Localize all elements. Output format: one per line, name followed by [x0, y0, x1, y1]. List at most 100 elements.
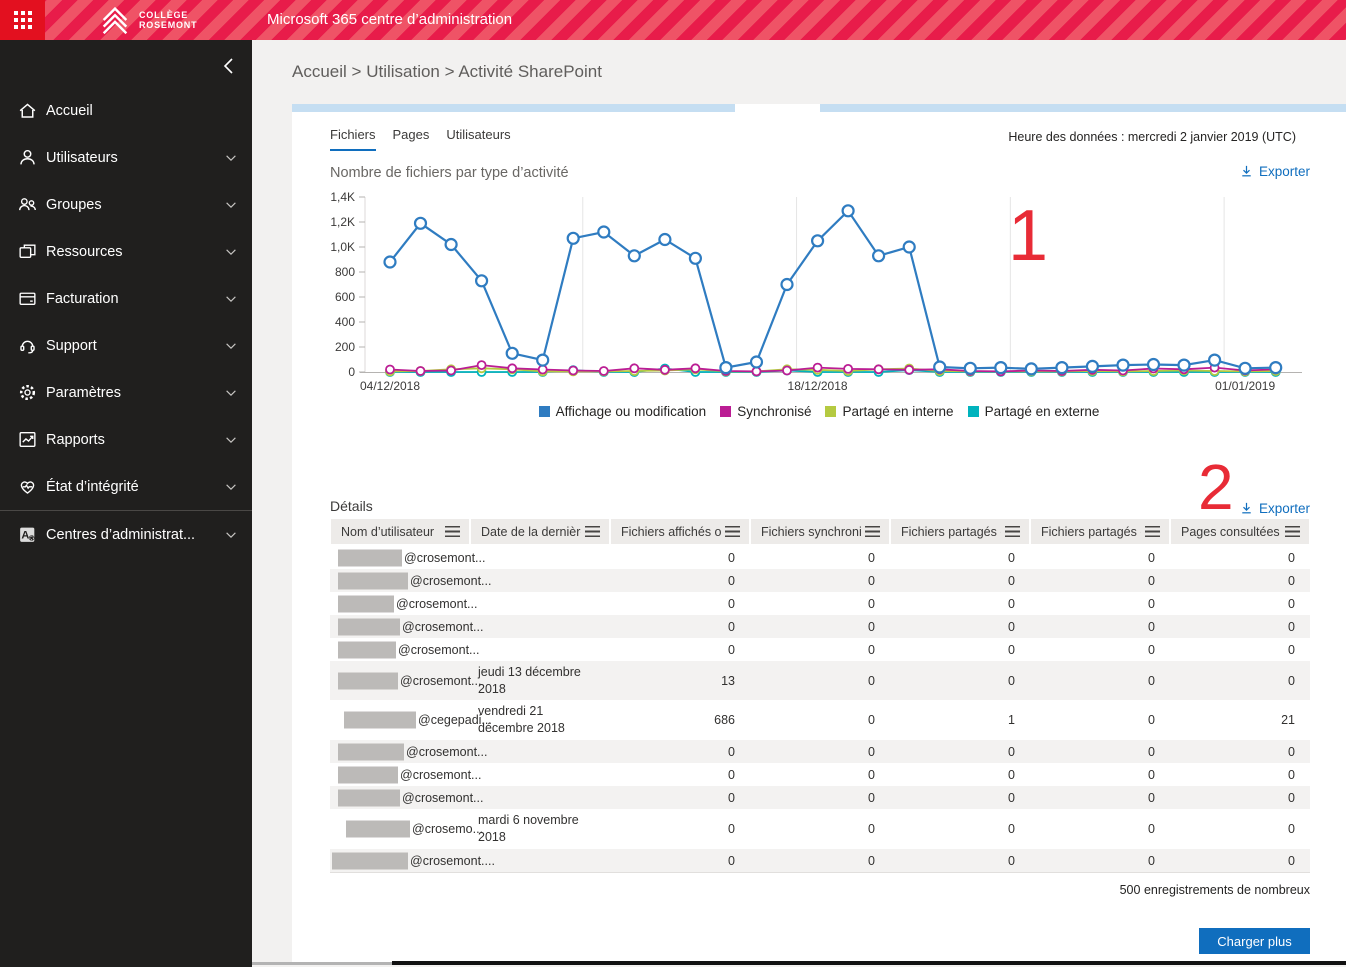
group-icon	[17, 194, 38, 215]
value-cell: 0	[1148, 596, 1155, 611]
export-chart-link[interactable]: Exporter	[1239, 164, 1310, 179]
column-menu-icon[interactable]	[1285, 526, 1300, 537]
value-cell: 0	[1008, 573, 1015, 588]
sidebar-item-support[interactable]: Support	[0, 322, 252, 369]
billing-icon	[17, 288, 38, 309]
table-row[interactable]: @crosemo... mardi 6 novembre 2018 0 0 0 0 0	[330, 809, 1310, 849]
legend-swatch	[538, 406, 550, 417]
sidebar-item-groupes[interactable]: Groupes	[0, 181, 252, 228]
value-cell: 0	[868, 596, 875, 611]
tab-pages[interactable]: Pages	[393, 127, 430, 151]
column-menu-icon[interactable]	[865, 526, 880, 537]
svg-text:1,0K: 1,0K	[330, 240, 355, 254]
username-cell: @crosemont...	[402, 619, 484, 634]
column-header[interactable]: Pages consultées	[1171, 519, 1309, 544]
legend-label: Affichage ou modification	[555, 404, 707, 419]
redacted-username-block	[338, 743, 404, 760]
breadcrumb-item[interactable]: Accueil	[292, 62, 347, 81]
table-row[interactable]: @crosemont... 0 0 0 0 0	[330, 569, 1310, 592]
redacted-username-block	[338, 789, 400, 806]
value-cell: 686	[714, 713, 735, 727]
redacted-username-block	[346, 820, 410, 838]
value-cell: 0	[1288, 744, 1295, 759]
value-cell: 0	[1008, 853, 1015, 868]
value-cell: 0	[728, 596, 735, 611]
column-menu-icon[interactable]	[1005, 526, 1020, 537]
username-cell: @crosemont...	[402, 790, 484, 805]
column-header[interactable]: Date de la dernière ...	[471, 519, 609, 544]
value-cell: 0	[868, 767, 875, 782]
table-row[interactable]: @crosemont... 0 0 0 0 0	[330, 786, 1310, 809]
sidebar-item-label: Ressources	[46, 243, 123, 260]
sidebar-item-accueil[interactable]: Accueil	[0, 87, 252, 134]
horizontal-scrollbar-thumb[interactable]	[735, 104, 820, 112]
table-row[interactable]: @crosemont... 0 0 0 0 0	[330, 546, 1310, 569]
tab-fichiers[interactable]: Fichiers	[330, 127, 376, 151]
value-cell: 0	[1288, 673, 1295, 688]
table-row[interactable]: @crosemont... 0 0 0 0 0	[330, 638, 1310, 661]
sidebar-item-utilisateurs[interactable]: Utilisateurs	[0, 134, 252, 181]
sidebar-item-parametres[interactable]: Paramètres	[0, 369, 252, 416]
column-menu-icon[interactable]	[1145, 526, 1160, 537]
column-menu-icon[interactable]	[445, 526, 460, 537]
column-header[interactable]: Fichiers synchronisés	[751, 519, 889, 544]
last-activity-date-cell: jeudi 13 décembre 2018	[478, 664, 581, 696]
svg-text:01/01/2019: 01/01/2019	[1215, 379, 1275, 393]
column-menu-icon[interactable]	[585, 526, 600, 537]
value-cell: 0	[1008, 790, 1015, 805]
value-cell: 0	[728, 642, 735, 657]
table-row[interactable]: @crosemont... 0 0 0 0 0	[330, 615, 1310, 638]
breadcrumb-separator: >	[439, 62, 459, 81]
value-cell: 0	[868, 642, 875, 657]
column-menu-icon[interactable]	[725, 526, 740, 537]
value-cell: 0	[868, 744, 875, 759]
chart-legend: Affichage ou modification Synchronisé Part…	[292, 404, 1346, 419]
app-launcher-button[interactable]	[0, 0, 45, 40]
column-header[interactable]: Nom d’utilisateur	[331, 519, 469, 544]
value-cell: 0	[868, 550, 875, 565]
last-activity-date-cell: vendredi 21 décembre 2018	[478, 704, 565, 735]
sidebar-item-centres-administration[interactable]: A Centres d’administrat...	[0, 511, 252, 558]
value-cell: 0	[1008, 619, 1015, 634]
chevron-left-icon	[223, 58, 233, 74]
redacted-username-block	[338, 672, 398, 689]
activity-chart-svg: 0 200 400 600 800 1,0K 1,2K 1,4K 04/12/2018 18/12…	[330, 190, 1302, 393]
sidebar-item-facturation[interactable]: Facturation	[0, 275, 252, 322]
table-row[interactable]: @crosemont... 0 0 0 0 0	[330, 740, 1310, 763]
table-row[interactable]: @crosemont.... 0 0 0 0 0	[330, 849, 1310, 872]
column-header[interactable]: Fichiers partagés en ...	[1031, 519, 1169, 544]
column-header[interactable]: Fichiers affichés ou ...	[611, 519, 749, 544]
value-cell: 0	[1288, 767, 1295, 782]
value-cell: 0	[1148, 573, 1155, 588]
value-cell: 0	[1008, 822, 1015, 836]
sidebar-collapse-button[interactable]	[214, 52, 244, 80]
report-tabs: Fichiers Pages Utilisateurs	[330, 127, 511, 151]
export-table-link[interactable]: Exporter	[1239, 501, 1310, 516]
redacted-username-block	[338, 595, 394, 612]
table-row[interactable]: @crosemont... jeudi 13 décembre 2018 13 0 0 0…	[330, 661, 1310, 700]
load-more-button[interactable]: Charger plus	[1199, 928, 1310, 954]
svg-text:18/12/2018: 18/12/2018	[788, 379, 848, 393]
topbar: COLLÈGE ROSEMONT Microsoft 365 centre d’…	[0, 0, 1346, 40]
username-cell: @crosemont....	[410, 853, 495, 868]
value-cell: 0	[868, 713, 875, 727]
column-header-label: Fichiers partagés en ...	[1041, 524, 1141, 539]
column-header[interactable]: Fichiers partagés en ...	[891, 519, 1029, 544]
value-cell: 0	[1148, 619, 1155, 634]
breadcrumb-item[interactable]: Activité SharePoint	[458, 62, 602, 81]
app-title: Microsoft 365 centre d’administration	[267, 11, 513, 28]
sidebar-item-ressources[interactable]: Ressources	[0, 228, 252, 275]
tab-utilisateurs[interactable]: Utilisateurs	[446, 127, 510, 151]
sidebar-item-rapports[interactable]: Rapports	[0, 416, 252, 463]
table-row[interactable]: @cegepadi... vendredi 21 décembre 2018 686…	[330, 700, 1310, 740]
table-row[interactable]: @crosemont... 0 0 0 0 0	[330, 592, 1310, 615]
legend-label: Partagé en interne	[842, 404, 954, 419]
table-row[interactable]: @crosemont... 0 0 0 0 0	[330, 763, 1310, 786]
breadcrumb-item[interactable]: Utilisation	[366, 62, 440, 81]
sidebar-nav: Accueil Utilisateurs Groupes Ressources Fact…	[0, 87, 252, 558]
legend-item: Affichage ou modification	[538, 404, 707, 419]
value-cell: 0	[1288, 573, 1295, 588]
sidebar-item-etat-integrite[interactable]: État d’intégrité	[0, 463, 252, 510]
user-icon	[17, 147, 38, 168]
legend-swatch	[720, 406, 732, 417]
